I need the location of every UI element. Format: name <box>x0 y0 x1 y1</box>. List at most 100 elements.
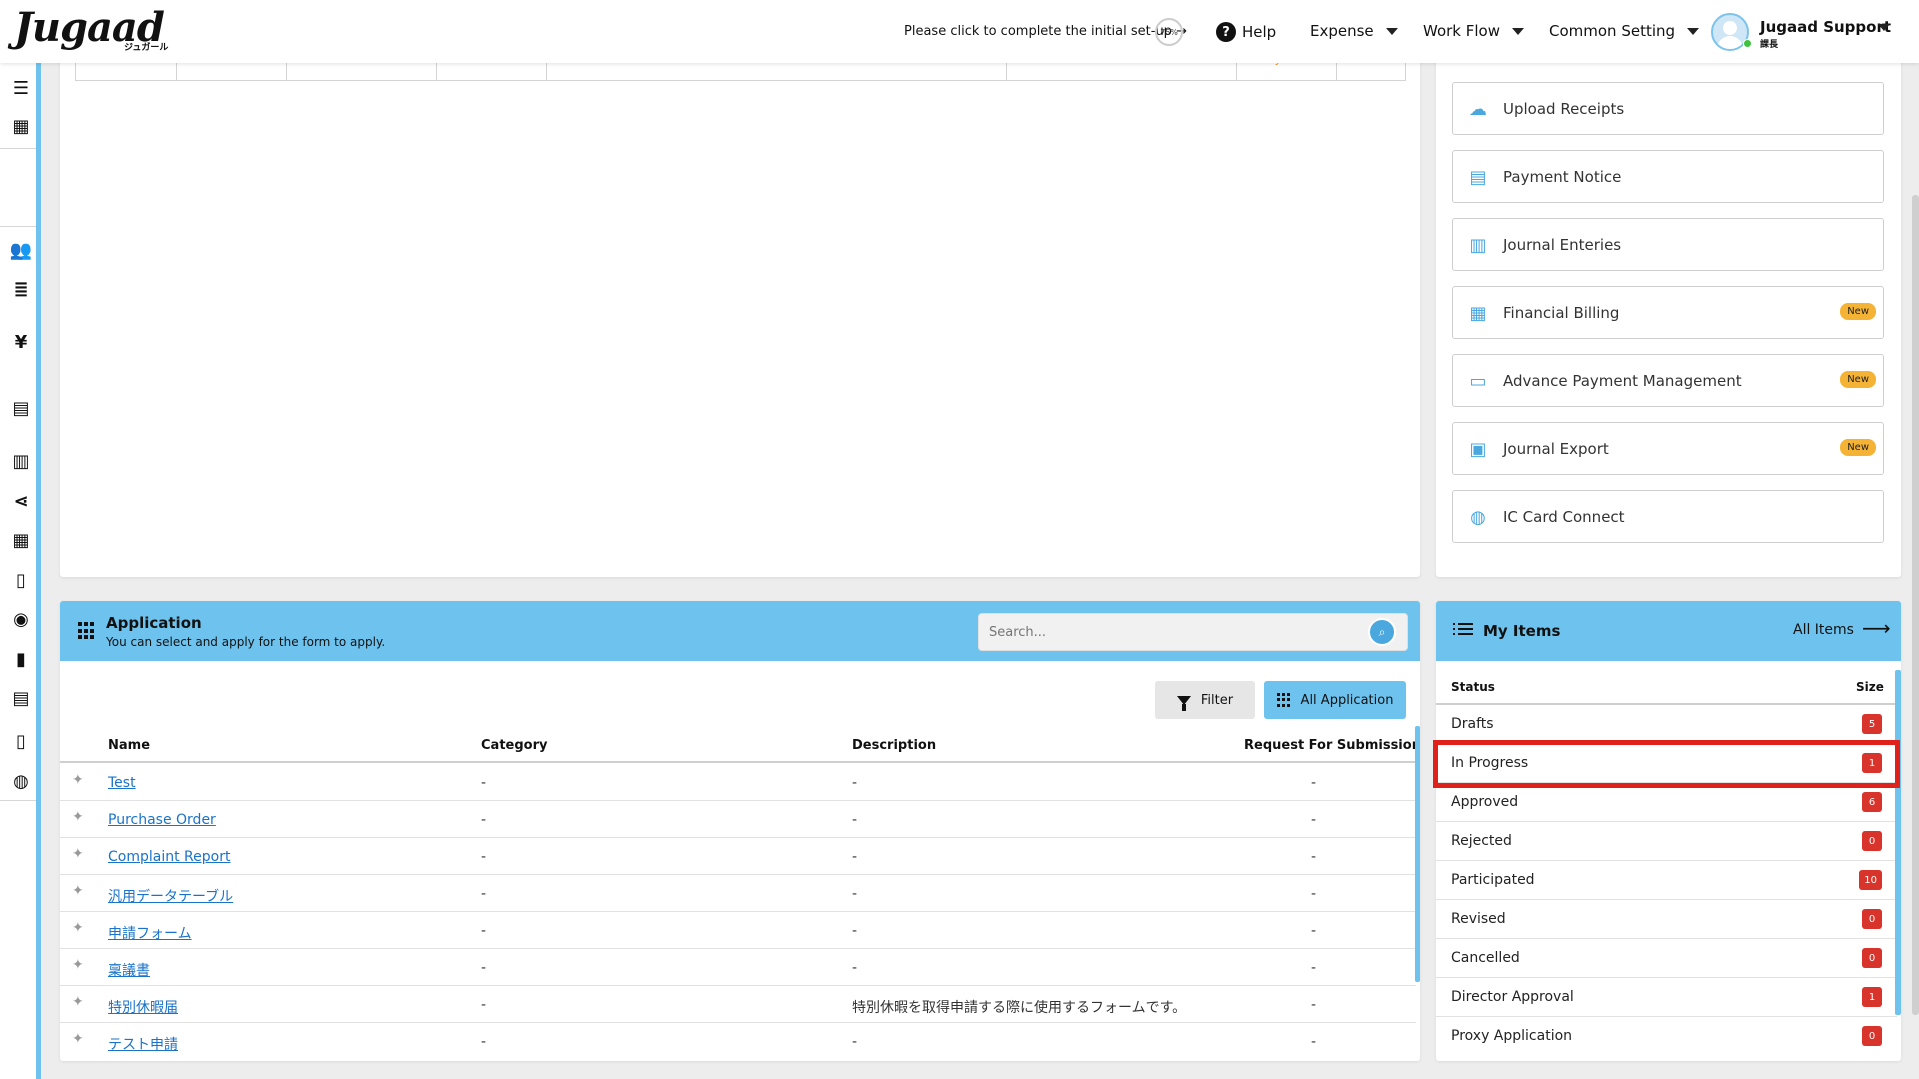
status-row-rejected[interactable]: Rejected 0 <box>1436 822 1897 861</box>
application-subtitle: You can select and apply for the form to… <box>106 635 386 649</box>
upload-receipts-button[interactable]: ☁ Upload Receipts <box>1452 82 1884 135</box>
pin-icon[interactable]: ✦ <box>72 883 84 899</box>
journal-icon[interactable]: ▤ <box>10 687 32 709</box>
application-link[interactable]: Purchase Order <box>108 812 216 828</box>
column-header-request[interactable]: Request For Submission <box>1244 738 1421 753</box>
pin-icon[interactable]: ✦ <box>72 846 84 862</box>
setup-link[interactable]: Please click to complete the initial set… <box>904 24 1187 39</box>
status-label: Proxy Application <box>1451 1028 1573 1044</box>
ic-card-connect-button[interactable]: ◍ IC Card Connect <box>1452 490 1884 543</box>
table-icon[interactable]: ▦ <box>10 529 32 551</box>
application-link[interactable]: テスト申請 <box>108 1034 178 1054</box>
list-icon[interactable]: ≣ <box>10 278 32 300</box>
financial-billing-button[interactable]: ▦ Financial Billing New <box>1452 286 1884 339</box>
grid-icon <box>1276 693 1291 707</box>
my-items-scrollbar[interactable] <box>1895 670 1901 1015</box>
globe-icon[interactable]: ◍ <box>10 770 32 792</box>
search-icon[interactable]: ⌕ <box>1368 618 1396 646</box>
status-row-director-approval[interactable]: Director Approval 1 <box>1436 978 1897 1017</box>
list-icon <box>1453 623 1473 637</box>
category-cell: - <box>481 886 487 902</box>
user-name[interactable]: Jugaad Support <box>1760 18 1891 36</box>
request-cell: - <box>1311 1034 1317 1050</box>
pin-icon[interactable]: ✦ <box>72 809 84 825</box>
book-icon[interactable]: ▯ <box>10 569 32 591</box>
application-scrollbar[interactable] <box>1415 726 1420 982</box>
all-application-button[interactable]: All Application <box>1264 681 1406 719</box>
sidebar-divider <box>0 800 36 801</box>
column-header-category[interactable]: Category <box>481 738 547 753</box>
user-menu-caret-icon[interactable] <box>1878 24 1890 31</box>
table-row: ✦ 稟議書 - - - <box>60 949 1416 986</box>
arrow-right-icon[interactable]: ⟶ <box>1862 616 1891 640</box>
status-row-cancelled[interactable]: Cancelled 0 <box>1436 939 1897 978</box>
building-icon[interactable]: ▦ <box>10 115 32 137</box>
payment-notice-button[interactable]: ▤ Payment Notice <box>1452 150 1884 203</box>
column-header-description[interactable]: Description <box>852 738 936 753</box>
application-link[interactable]: 申請フォーム <box>108 923 192 943</box>
all-items-link[interactable]: All Items <box>1793 622 1854 638</box>
page-scrollbar[interactable] <box>1912 195 1919 1015</box>
schedule-card <box>60 55 1420 577</box>
pin-icon[interactable]: ✦ <box>72 772 84 788</box>
users-icon[interactable]: 👥 <box>10 239 32 261</box>
wallet-icon: ▭ <box>1469 370 1487 392</box>
application-search-input[interactable] <box>978 613 1408 651</box>
column-header-name[interactable]: Name <box>108 738 150 753</box>
online-status-icon <box>1743 39 1752 48</box>
pin-icon[interactable]: ✦ <box>72 994 84 1010</box>
description-cell: - <box>852 1034 858 1050</box>
table-row <box>75 63 1406 81</box>
status-label: Rejected <box>1451 833 1512 849</box>
quick-menu-label: Payment Notice <box>1503 167 1622 186</box>
yen-icon[interactable]: ¥ <box>10 331 32 353</box>
table-header-divider <box>60 761 1416 763</box>
advance-payment-button[interactable]: ▭ Advance Payment Management New <box>1452 354 1884 407</box>
top-header: Jugaad ジュガール Please click to complete th… <box>0 0 1919 63</box>
pin-icon[interactable]: ✦ <box>72 1031 84 1047</box>
journal-entries-button[interactable]: ▥ Journal Enteries <box>1452 218 1884 271</box>
application-link[interactable]: Complaint Report <box>108 849 230 865</box>
invoice-icon[interactable]: ▮ <box>10 648 32 670</box>
receipt-icon[interactable]: ▥ <box>10 450 32 472</box>
filter-icon <box>1176 695 1191 711</box>
category-cell: - <box>481 849 487 865</box>
application-link[interactable]: 汎用データテーブル <box>108 886 233 906</box>
pin-icon[interactable]: ✦ <box>72 957 84 973</box>
status-row-participated[interactable]: Participated 10 <box>1436 861 1897 900</box>
help-menu[interactable]: ? Help <box>1216 22 1276 42</box>
description-cell: - <box>852 775 858 791</box>
in-progress-highlight <box>1433 740 1900 788</box>
filter-button[interactable]: Filter <box>1155 681 1255 719</box>
count-badge: 1 <box>1862 987 1882 1007</box>
status-row-revised[interactable]: Revised 0 <box>1436 900 1897 939</box>
collapse-icon[interactable]: ☰ <box>10 77 32 99</box>
status-label: Participated <box>1451 872 1535 888</box>
manual-icon[interactable]: ▯ <box>10 730 32 752</box>
application-link[interactable]: Test <box>108 775 136 791</box>
workflow-menu[interactable]: Work Flow <box>1423 22 1524 40</box>
table-row: ✦ 特別休暇届 - 特別休暇を取得申請する際に使用するフォームです。 - <box>60 986 1416 1023</box>
status-row-proxy-application[interactable]: Proxy Application 0 <box>1436 1017 1897 1056</box>
globe-icon: ◍ <box>1470 506 1486 528</box>
status-row-drafts[interactable]: Drafts 5 <box>1436 705 1897 744</box>
application-link[interactable]: 特別休暇届 <box>108 997 178 1017</box>
application-link[interactable]: 稟議書 <box>108 960 150 980</box>
cloud-upload-icon: ☁ <box>1469 98 1487 120</box>
table-column-divider <box>1236 63 1237 81</box>
caret-down-icon <box>1687 27 1700 35</box>
status-row-approved[interactable]: Approved 6 <box>1436 783 1897 822</box>
table-row: ✦ 申請フォーム - - - <box>60 912 1416 949</box>
app-logo-subtitle: ジュガール <box>124 43 169 53</box>
expense-menu[interactable]: Expense <box>1310 22 1398 40</box>
share-icon[interactable]: ⋖ <box>10 490 32 512</box>
user-role: 課長 <box>1760 40 1779 50</box>
common-setting-menu[interactable]: Common Setting <box>1549 22 1700 40</box>
ai-chat-icon[interactable]: ◉ <box>10 608 32 630</box>
export-icon: ▣ <box>1469 438 1487 460</box>
pin-icon[interactable]: ✦ <box>72 920 84 936</box>
document-icon[interactable]: ▤ <box>10 397 32 419</box>
category-cell: - <box>481 960 487 976</box>
status-label: Cancelled <box>1451 950 1520 966</box>
journal-export-button[interactable]: ▣ Journal Export New <box>1452 422 1884 475</box>
